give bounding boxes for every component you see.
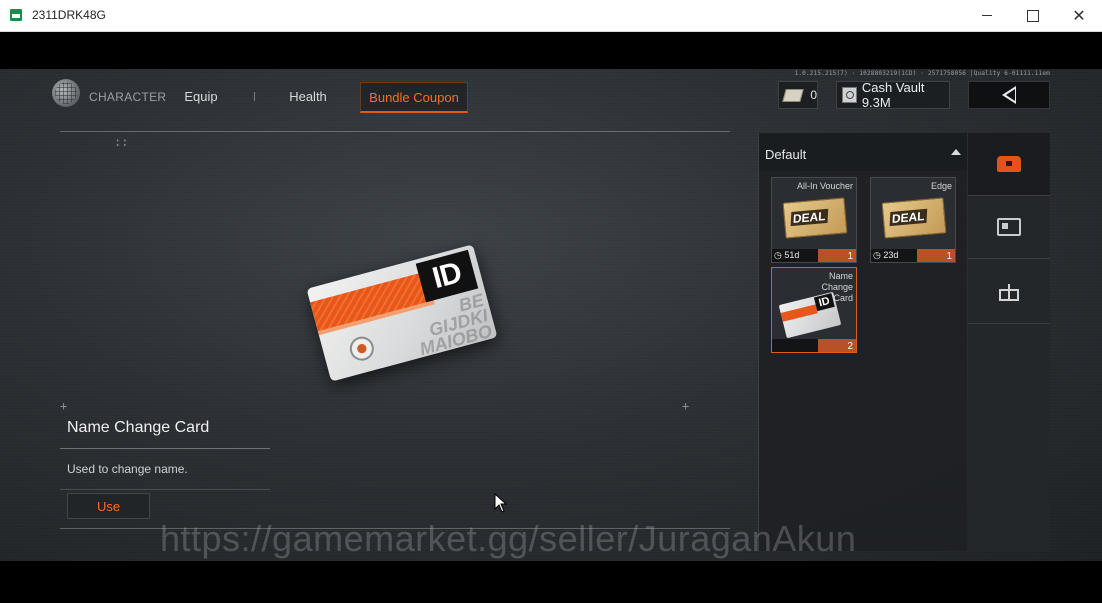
card-icon (997, 218, 1021, 236)
inventory-slot-all-in-voucher[interactable]: All-In Voucher DEAL ◷ 51d 1 (771, 177, 857, 263)
chest-icon (997, 156, 1021, 172)
app-icon (10, 9, 22, 21)
watermark-url: https://gamemarket.gg/seller/JuraganAkun (160, 518, 857, 559)
inventory-slot-name-change-card[interactable]: Name Change Card 2 (771, 267, 857, 353)
use-button[interactable]: Use (67, 493, 150, 519)
minimize-icon (982, 15, 992, 16)
cash-vault-label: Cash Vault 9.3M (861, 80, 925, 110)
cash-vault-button[interactable]: Cash Vault 9.3M (836, 80, 950, 110)
maximize-icon (1027, 9, 1039, 22)
item-name: Name Change Card (67, 419, 210, 436)
deal-ticket-icon: DEAL (881, 197, 947, 239)
deal-badge: DEAL (790, 208, 828, 227)
category-bundle-chest[interactable] (968, 133, 1050, 196)
globe-icon (52, 79, 80, 107)
inventory-slot-edge[interactable]: Edge DEAL ◷ 23d 1 (870, 177, 956, 263)
corner-mark: + (682, 399, 690, 413)
back-arrow-icon (1002, 86, 1016, 104)
slot-label: Edge (930, 181, 952, 191)
slot-timer: ◷ 51d (774, 250, 800, 260)
window-titlebar: 2311DRK48G ✕ (0, 0, 1102, 32)
inventory-title: Default (765, 147, 807, 162)
slot-label: All-In Voucher (796, 181, 853, 191)
slot-timer: ◷ 23d (873, 250, 899, 260)
tab-bundle-coupon[interactable]: Bundle Coupon (360, 82, 468, 113)
cash-count: 0 (810, 88, 817, 102)
category-gift[interactable] (968, 261, 1050, 324)
tab-divider (254, 92, 255, 101)
tab-health[interactable]: Health (280, 82, 336, 110)
timer-value: 23d (883, 250, 899, 260)
divider-top (60, 131, 730, 132)
inventory-panel: Default All-In Voucher DEAL ◷ 51d 1 Edge… (758, 133, 967, 551)
corner-mark: + (60, 399, 68, 413)
deal-ticket-icon: DEAL (782, 197, 848, 239)
section-title: CHARACTER (89, 90, 167, 104)
cash-icon (782, 88, 805, 102)
corner-mark: :: (114, 135, 129, 149)
timer-value: 51d (784, 250, 800, 260)
collapse-icon[interactable] (951, 149, 961, 155)
id-card-icon (778, 291, 842, 339)
slot-count: 1 (946, 251, 952, 262)
category-id-card[interactable] (968, 196, 1050, 259)
window-title: 2311DRK48G (32, 8, 106, 22)
close-icon: ✕ (1072, 6, 1086, 25)
item-name-underline (60, 448, 270, 449)
maximize-button[interactable] (1010, 0, 1056, 31)
vault-icon (842, 87, 857, 103)
gift-icon (999, 283, 1019, 301)
slot-count: 2 (847, 341, 853, 352)
game-viewport: 1.0.215.215(7) · 1028803219(1CD) · 25717… (0, 69, 1102, 561)
slot-footer (772, 339, 856, 352)
close-button[interactable]: ✕ (1056, 0, 1102, 31)
deal-badge: DEAL (889, 208, 927, 227)
debug-info: 1.0.215.215(7) · 1028803219(1CD) · 25717… (794, 70, 1050, 77)
minimize-button[interactable] (964, 0, 1010, 31)
description-divider (60, 489, 270, 490)
tab-equip[interactable]: Equip (172, 82, 230, 110)
cash-counter[interactable]: 0 (778, 81, 818, 109)
slot-count: 1 (847, 251, 853, 262)
item-description: Used to change name. (67, 462, 188, 476)
inventory-header[interactable]: Default (759, 133, 967, 171)
category-column (968, 133, 1050, 551)
card-seal-icon (347, 333, 377, 364)
back-button[interactable] (968, 81, 1050, 109)
